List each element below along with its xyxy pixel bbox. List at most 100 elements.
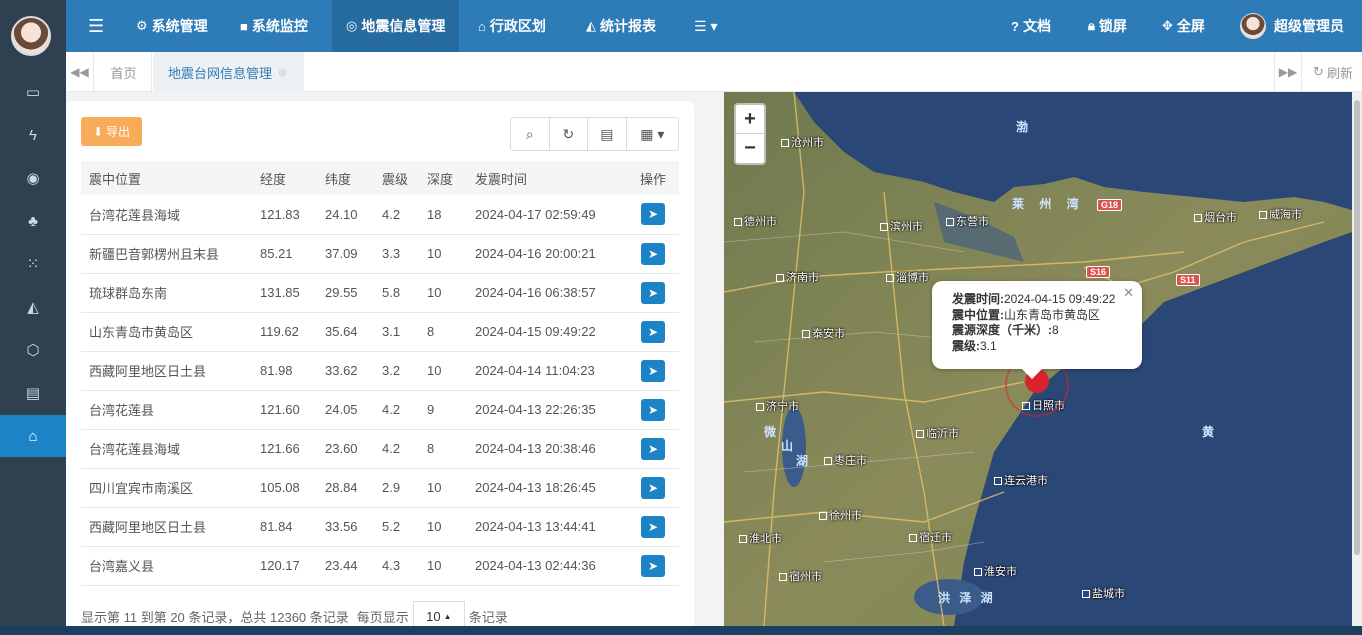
locate-on-map-button[interactable]: ➤ <box>641 398 665 421</box>
table-cell: 5.2 <box>382 519 401 534</box>
nav-earthquake-info[interactable]: ◎ 地震信息管理 <box>332 0 460 52</box>
table-cell: 台湾嘉义县 <box>89 559 155 574</box>
user-avatar[interactable] <box>11 16 51 56</box>
table-row[interactable]: 四川宜宾市南溪区 105.08 28.84 2.9 10 2024-04-13 18:26… <box>81 468 679 507</box>
tab-earthquake-network[interactable]: 地震台网信息管理 ⊗ <box>153 52 304 92</box>
cube-icon[interactable]: ⬡ <box>0 329 66 371</box>
target-icon[interactable]: ◉ <box>0 157 66 199</box>
money-icon[interactable]: ▭ <box>0 71 66 113</box>
tab-scroll-left-icon[interactable]: ◀◀ <box>66 52 94 92</box>
locate-on-map-button[interactable]: ➤ <box>641 359 665 382</box>
sea-label: 黄 <box>1202 425 1221 439</box>
menu-toggle-icon[interactable]: ☰ <box>88 0 104 52</box>
data-panel: ⬇ 导出 ⌕ ↻ ▤ ▦ ▾ 震中位置 经度 纬度 震级 深度 发震时间 操作 台… <box>66 101 694 635</box>
user-avatar-small <box>1240 13 1266 39</box>
list-view-icon[interactable]: ▤ <box>588 118 627 150</box>
table-row[interactable]: 台湾花莲县 121.60 24.05 4.2 9 2024-04-13 22:26:35 ➤ <box>81 390 679 429</box>
table-cell: 琉球群岛东南 <box>89 286 168 301</box>
table-cell: 81.84 <box>260 519 293 534</box>
nav-system-manage[interactable]: ⚙ 系统管理 <box>136 0 208 52</box>
nav-user-menu[interactable]: 超级管理员 <box>1240 0 1344 52</box>
table-cell: 5.8 <box>382 285 401 300</box>
table-cell: 2024-04-13 22:26:35 <box>475 402 596 417</box>
city-label: 滨州市 <box>880 218 923 234</box>
locate-on-map-button[interactable]: ➤ <box>641 515 665 538</box>
tab-scroll-right-icon[interactable]: ▶▶ <box>1274 52 1302 92</box>
nav-label: 地震信息管理 <box>361 18 446 34</box>
nav-fullscreen[interactable]: ✥ 全屏 <box>1162 0 1205 52</box>
table-toolbar: ⌕ ↻ ▤ ▦ ▾ <box>510 117 679 151</box>
locate-on-map-button[interactable]: ➤ <box>641 320 665 343</box>
table-row[interactable]: 新疆巴音郭楞州且末县 85.21 37.09 3.3 10 2024-04-16 20:0… <box>81 234 679 273</box>
grid-dots-icon[interactable]: ⁙ <box>0 243 66 285</box>
nav-system-monitor[interactable]: ■ 系统监控 <box>240 0 308 52</box>
table-row[interactable]: 西藏阿里地区日土县 81.98 33.62 3.2 10 2024-04-14 11:04… <box>81 351 679 390</box>
page-scrollbar-thumb[interactable] <box>1354 100 1360 555</box>
search-icon[interactable]: ⌕ <box>511 118 550 150</box>
table-cell: 35.64 <box>325 324 358 339</box>
nav-statistics[interactable]: ◭ 统计报表 <box>586 0 656 52</box>
sidebar: ▭ ϟ ◉ ♣ ⁙ ◭ ⬡ ▤ ⌂ <box>0 0 66 635</box>
earthquake-info-popup: ✕ 发震时间:2024-04-15 09:49:22 震中位置:山东青岛市黄岛区… <box>932 281 1142 379</box>
refresh-icon[interactable]: ↻ <box>550 118 589 150</box>
col-longitude[interactable]: 经度 <box>252 161 317 195</box>
video-icon: ■ <box>240 18 248 34</box>
table-row[interactable]: 台湾花莲县海域 121.83 24.10 4.2 18 2024-04-17 02:59:… <box>81 195 679 234</box>
bolt-icon[interactable]: ϟ <box>0 114 66 156</box>
nav-label: 系统监控 <box>251 18 308 34</box>
table-cell: 10 <box>427 246 442 261</box>
bank-icon: ⌂ <box>478 18 486 34</box>
table-cell: 西藏阿里地区日土县 <box>89 364 207 379</box>
nav-more-dropdown[interactable]: ☰ ▾ <box>694 0 717 52</box>
locate-on-map-button[interactable]: ➤ <box>641 242 665 265</box>
export-button[interactable]: ⬇ 导出 <box>81 117 142 146</box>
nav-docs[interactable]: ? 文档 <box>1011 0 1051 52</box>
nav-label: 统计报表 <box>600 18 656 34</box>
send-icon: ➤ <box>647 402 659 417</box>
table-row[interactable]: 琉球群岛东南 131.85 29.55 5.8 10 2024-04-16 06:38:5… <box>81 273 679 312</box>
locate-on-map-button[interactable]: ➤ <box>641 476 665 499</box>
city-label: 淮安市 <box>974 563 1017 579</box>
lake-label: 湖 <box>796 454 815 468</box>
area-chart-icon[interactable]: ◭ <box>0 286 66 328</box>
locate-on-map-button[interactable]: ➤ <box>641 554 665 577</box>
table-cell: 台湾花莲县海域 <box>89 207 181 223</box>
table-cell-actions: ➤ <box>627 546 679 585</box>
table-row[interactable]: 台湾嘉义县 120.17 23.44 4.3 10 2024-04-13 02:44:36… <box>81 546 679 585</box>
chart-icon: ◭ <box>586 18 596 33</box>
zoom-in-button[interactable]: + <box>736 105 764 134</box>
caret-up-icon: ▲ <box>443 611 452 621</box>
nav-admin-division[interactable]: ⌂ 行政区划 <box>478 0 546 52</box>
columns-dropdown-icon[interactable]: ▦ ▾ <box>627 118 678 150</box>
col-latitude[interactable]: 纬度 <box>317 161 374 195</box>
tree-icon[interactable]: ♣ <box>0 200 66 242</box>
city-label: 威海市 <box>1259 206 1302 222</box>
close-icon[interactable]: ✕ <box>1123 285 1134 301</box>
col-depth[interactable]: 深度 <box>419 161 467 195</box>
city-label: 沧州市 <box>781 134 824 150</box>
bank-icon[interactable]: ⌂ <box>0 415 66 457</box>
newspaper-icon[interactable]: ▤ <box>0 372 66 414</box>
table-cell: 2024-04-15 09:49:22 <box>475 324 596 339</box>
lock-icon: 🔒︎ <box>1088 18 1095 33</box>
refresh-button[interactable]: ↻ 刷新 <box>1304 52 1362 92</box>
nav-lock-screen[interactable]: 🔒︎ 锁屏 <box>1088 0 1127 52</box>
locate-on-map-button[interactable]: ➤ <box>641 203 665 226</box>
popup-value: 3.1 <box>980 338 997 353</box>
zoom-out-button[interactable]: − <box>736 134 764 163</box>
gear-icon: ⚙ <box>136 18 148 33</box>
table-row[interactable]: 西藏阿里地区日土县 81.84 33.56 5.2 10 2024-04-13 13:44… <box>81 507 679 546</box>
sea-label: 莱 州 湾 <box>1012 197 1085 211</box>
nav-label: 系统管理 <box>151 18 208 34</box>
locate-on-map-button[interactable]: ➤ <box>641 437 665 460</box>
table-row[interactable]: 山东青岛市黄岛区 119.62 35.64 3.1 8 2024-04-15 09:49:… <box>81 312 679 351</box>
city-label: 东营市 <box>946 213 989 229</box>
close-tab-icon[interactable]: ⊗ <box>278 66 287 79</box>
col-location[interactable]: 震中位置 <box>81 161 252 195</box>
col-magnitude[interactable]: 震级 <box>374 161 419 195</box>
earthquake-map[interactable]: + − 沧州市 德州市 滨州市 东营市 烟台市 威海市 济南市 淄博市 泰安市 … <box>724 92 1352 626</box>
table-row[interactable]: 台湾花莲县海域 121.66 23.60 4.2 8 2024-04-13 20:38:4… <box>81 429 679 468</box>
col-time[interactable]: 发震时间 <box>467 161 627 195</box>
locate-on-map-button[interactable]: ➤ <box>641 281 665 304</box>
tab-home[interactable]: 首页 <box>96 52 152 92</box>
